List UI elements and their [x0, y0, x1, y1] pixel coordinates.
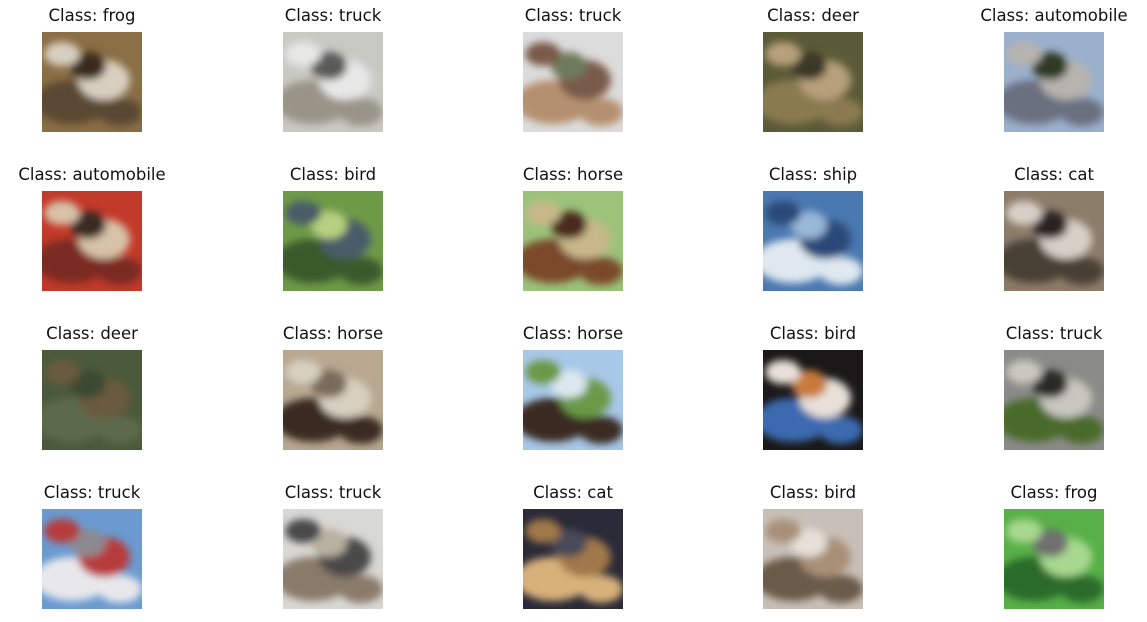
panel-title: Class: horse — [282, 324, 384, 343]
truck-image — [283, 32, 383, 132]
truck-image — [523, 32, 623, 132]
panel-title: Class: truck — [284, 6, 382, 25]
image-panel: Class: automobile — [0, 161, 212, 301]
panel-title: Class: truck — [524, 6, 622, 25]
image-panel: Class: horse — [213, 320, 453, 460]
panel-title: Class: cat — [1014, 165, 1094, 184]
image-panel: Class: deer — [0, 320, 212, 460]
bird-image — [283, 191, 383, 291]
panel-title: Class: horse — [522, 165, 624, 184]
image-panel: Class: deer — [693, 2, 933, 142]
image-panel: Class: truck — [453, 2, 693, 142]
frog-image — [42, 32, 142, 132]
image-panel: Class: truck — [0, 479, 212, 619]
image-panel: Class: bird — [693, 320, 933, 460]
image-panel: Class: horse — [453, 320, 693, 460]
panel-title: Class: bird — [289, 165, 377, 184]
image-panel: Class: cat — [453, 479, 693, 619]
truck-image — [42, 509, 142, 609]
image-panel: Class: bird — [213, 161, 453, 301]
cat-image — [1004, 191, 1104, 291]
image-grid: Class: frog Class: truck Class: truck Class… — [0, 0, 1147, 622]
panel-title: Class: deer — [767, 6, 859, 25]
panel-title: Class: truck — [43, 483, 141, 502]
truck-image — [283, 509, 383, 609]
panel-title: Class: bird — [769, 324, 857, 343]
truck-image — [1004, 350, 1104, 450]
automobile-image — [1004, 32, 1104, 132]
cat-image — [523, 509, 623, 609]
panel-title: Class: truck — [284, 483, 382, 502]
panel-title: Class: truck — [1005, 324, 1103, 343]
image-panel: Class: truck — [213, 2, 453, 142]
panel-title: Class: deer — [46, 324, 138, 343]
image-panel: Class: automobile — [934, 2, 1147, 142]
panel-title: Class: automobile — [980, 6, 1128, 25]
bird-image — [763, 509, 863, 609]
image-panel: Class: truck — [213, 479, 453, 619]
panel-title: Class: horse — [522, 324, 624, 343]
image-panel: Class: truck — [934, 320, 1147, 460]
image-panel: Class: bird — [693, 479, 933, 619]
ship-image — [763, 191, 863, 291]
image-panel: Class: frog — [0, 2, 212, 142]
image-panel: Class: cat — [934, 161, 1147, 301]
horse-image — [523, 191, 623, 291]
deer-image — [42, 350, 142, 450]
panel-title: Class: automobile — [18, 165, 166, 184]
bird-image — [763, 350, 863, 450]
panel-title: Class: frog — [48, 6, 136, 25]
panel-title: Class: ship — [768, 165, 858, 184]
horse-image — [523, 350, 623, 450]
panel-title: Class: bird — [769, 483, 857, 502]
automobile-image — [42, 191, 142, 291]
panel-title: Class: frog — [1010, 483, 1098, 502]
deer-image — [763, 32, 863, 132]
image-panel: Class: ship — [693, 161, 933, 301]
image-panel: Class: horse — [453, 161, 693, 301]
image-panel: Class: frog — [934, 479, 1147, 619]
panel-title: Class: cat — [533, 483, 613, 502]
horse-image — [283, 350, 383, 450]
frog-image — [1004, 509, 1104, 609]
